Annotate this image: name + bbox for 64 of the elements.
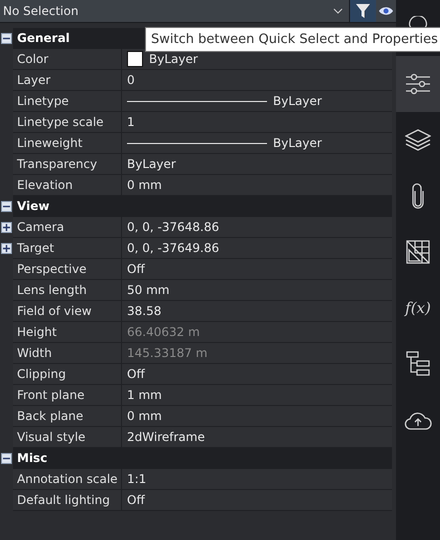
color-swatch	[127, 51, 143, 67]
property-value[interactable]: ByLayer	[122, 133, 392, 154]
property-value[interactable]: ByLayer	[122, 154, 392, 175]
plus-icon	[3, 224, 10, 231]
property-label: Layer	[13, 70, 122, 91]
property-label: Default lighting	[13, 490, 122, 511]
property-value[interactable]: 2dWireframe	[122, 427, 392, 448]
property-label: Linetype	[13, 91, 122, 112]
property-label: Visual style	[13, 427, 122, 448]
paperclip-icon	[411, 183, 425, 209]
sliders-icon	[405, 73, 431, 95]
sidebar-tab[interactable]: f(x)	[396, 280, 440, 336]
grid-ruler-icon	[406, 240, 430, 264]
eye-icon	[378, 6, 394, 16]
expand-toggle[interactable]	[1, 243, 12, 254]
property-value[interactable]: 0, 0, -37648.86	[122, 217, 392, 238]
collapse-toggle[interactable]	[1, 453, 12, 464]
minus-icon	[3, 455, 10, 462]
property-label: Lens length	[13, 280, 122, 301]
property-label: Target	[13, 238, 122, 259]
layers-icon	[405, 128, 431, 152]
property-label: Color	[13, 49, 122, 70]
filter-icon	[355, 3, 371, 19]
property-label: Lineweight	[13, 133, 122, 154]
property-value[interactable]: ByLayer	[122, 91, 392, 112]
property-value[interactable]: Off	[122, 364, 392, 385]
property-value[interactable]: 0	[122, 70, 392, 91]
property-value[interactable]: 0, 0, -37649.86	[122, 238, 392, 259]
property-label: Front plane	[13, 385, 122, 406]
property-label: Transparency	[13, 154, 122, 175]
tree-icon	[406, 351, 430, 377]
chevron-down-icon	[333, 8, 343, 14]
property-label: Field of view	[13, 301, 122, 322]
expand-toggle[interactable]	[1, 222, 12, 233]
property-label: Elevation	[13, 175, 122, 196]
property-value[interactable]: 50 mm	[122, 280, 392, 301]
property-value[interactable]: Off	[122, 490, 392, 511]
collapse-toggle[interactable]	[1, 33, 12, 44]
section-header: View	[13, 196, 392, 217]
section-header: Misc	[13, 448, 392, 469]
property-label: Width	[13, 343, 122, 364]
property-value[interactable]: 38.58	[122, 301, 392, 322]
cloud-upload-icon	[404, 410, 432, 430]
property-value[interactable]: 0 mm	[122, 175, 392, 196]
property-label: Linetype scale	[13, 112, 122, 133]
property-label: Perspective	[13, 259, 122, 280]
filter-button[interactable]	[350, 0, 376, 22]
property-label: Camera	[13, 217, 122, 238]
tooltip: Switch between Quick Select and Properties	[145, 27, 440, 52]
collapse-toggle[interactable]	[1, 201, 12, 212]
minus-icon	[3, 35, 10, 42]
sidebar-tab[interactable]	[396, 56, 440, 112]
plus-icon	[3, 245, 10, 252]
property-label: Annotation scale	[13, 469, 122, 490]
function-icon: f(x)	[405, 299, 431, 317]
property-value[interactable]: 1	[122, 112, 392, 133]
property-value[interactable]: 1:1	[122, 469, 392, 490]
property-value[interactable]: Off	[122, 259, 392, 280]
property-label: Height	[13, 322, 122, 343]
property-label: Clipping	[13, 364, 122, 385]
property-value[interactable]: 1 mm	[122, 385, 392, 406]
minus-icon	[3, 203, 10, 210]
property-label: Back plane	[13, 406, 122, 427]
property-value[interactable]: 0 mm	[122, 406, 392, 427]
